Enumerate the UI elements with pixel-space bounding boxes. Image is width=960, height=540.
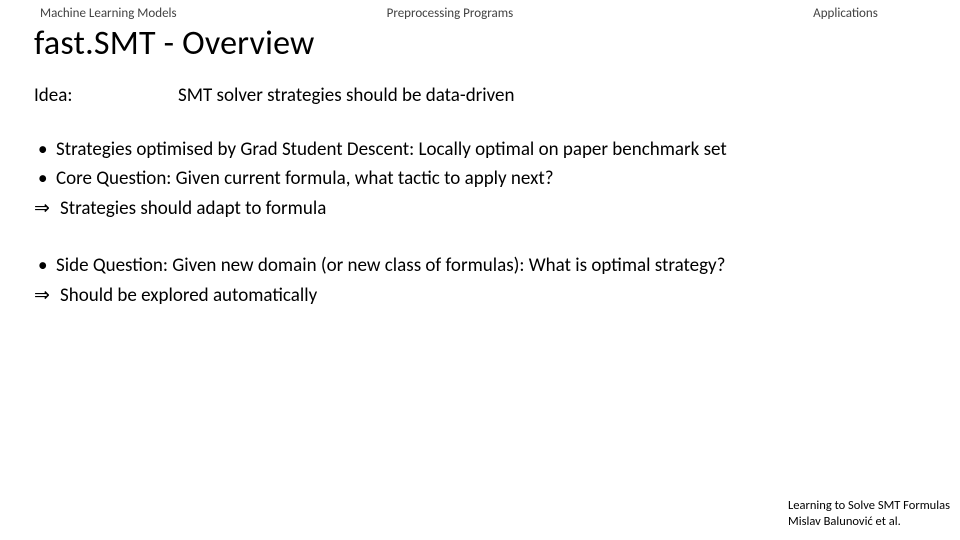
arrow-item: ⇒ Should be explored automatically: [34, 282, 960, 310]
tab-applications: Applications: [813, 6, 878, 21]
slide-content: Idea: SMT solver strategies should be da…: [34, 82, 960, 309]
arrow-icon: ⇒: [34, 282, 60, 310]
bullet-item: Core Question: Given current formula, wh…: [34, 165, 960, 193]
tab-preprocessing: Preprocessing Programs: [387, 6, 514, 21]
bullet-icon: [34, 165, 56, 193]
bullet-icon: [34, 136, 56, 164]
bullet-icon: [34, 252, 56, 280]
arrow-text: Should be explored automatically: [60, 282, 317, 310]
bullet-text: Side Question: Given new domain (or new …: [56, 252, 725, 280]
page-title: fast.SMT - Overview: [34, 23, 960, 64]
bullet-item: Side Question: Given new domain (or new …: [34, 252, 960, 280]
bullet-text: Strategies optimised by Grad Student Des…: [56, 136, 727, 164]
tab-ml-models: Machine Learning Models: [40, 6, 177, 21]
arrow-icon: ⇒: [34, 195, 60, 223]
citation-title: Learning to Solve SMT Formulas: [788, 498, 950, 514]
bullet-text: Core Question: Given current formula, wh…: [56, 165, 554, 193]
citation-author: Mislav Balunović et al.: [788, 514, 950, 530]
idea-row: Idea: SMT solver strategies should be da…: [34, 82, 960, 110]
header-tabs: Machine Learning Models Preprocessing Pr…: [0, 0, 960, 21]
arrow-text: Strategies should adapt to formula: [60, 195, 326, 223]
idea-text: SMT solver strategies should be data-dri…: [178, 82, 515, 110]
citation-footer: Learning to Solve SMT Formulas Mislav Ba…: [788, 498, 950, 531]
arrow-item: ⇒ Strategies should adapt to formula: [34, 195, 960, 223]
bullet-item: Strategies optimised by Grad Student Des…: [34, 136, 960, 164]
idea-label: Idea:: [34, 82, 178, 110]
